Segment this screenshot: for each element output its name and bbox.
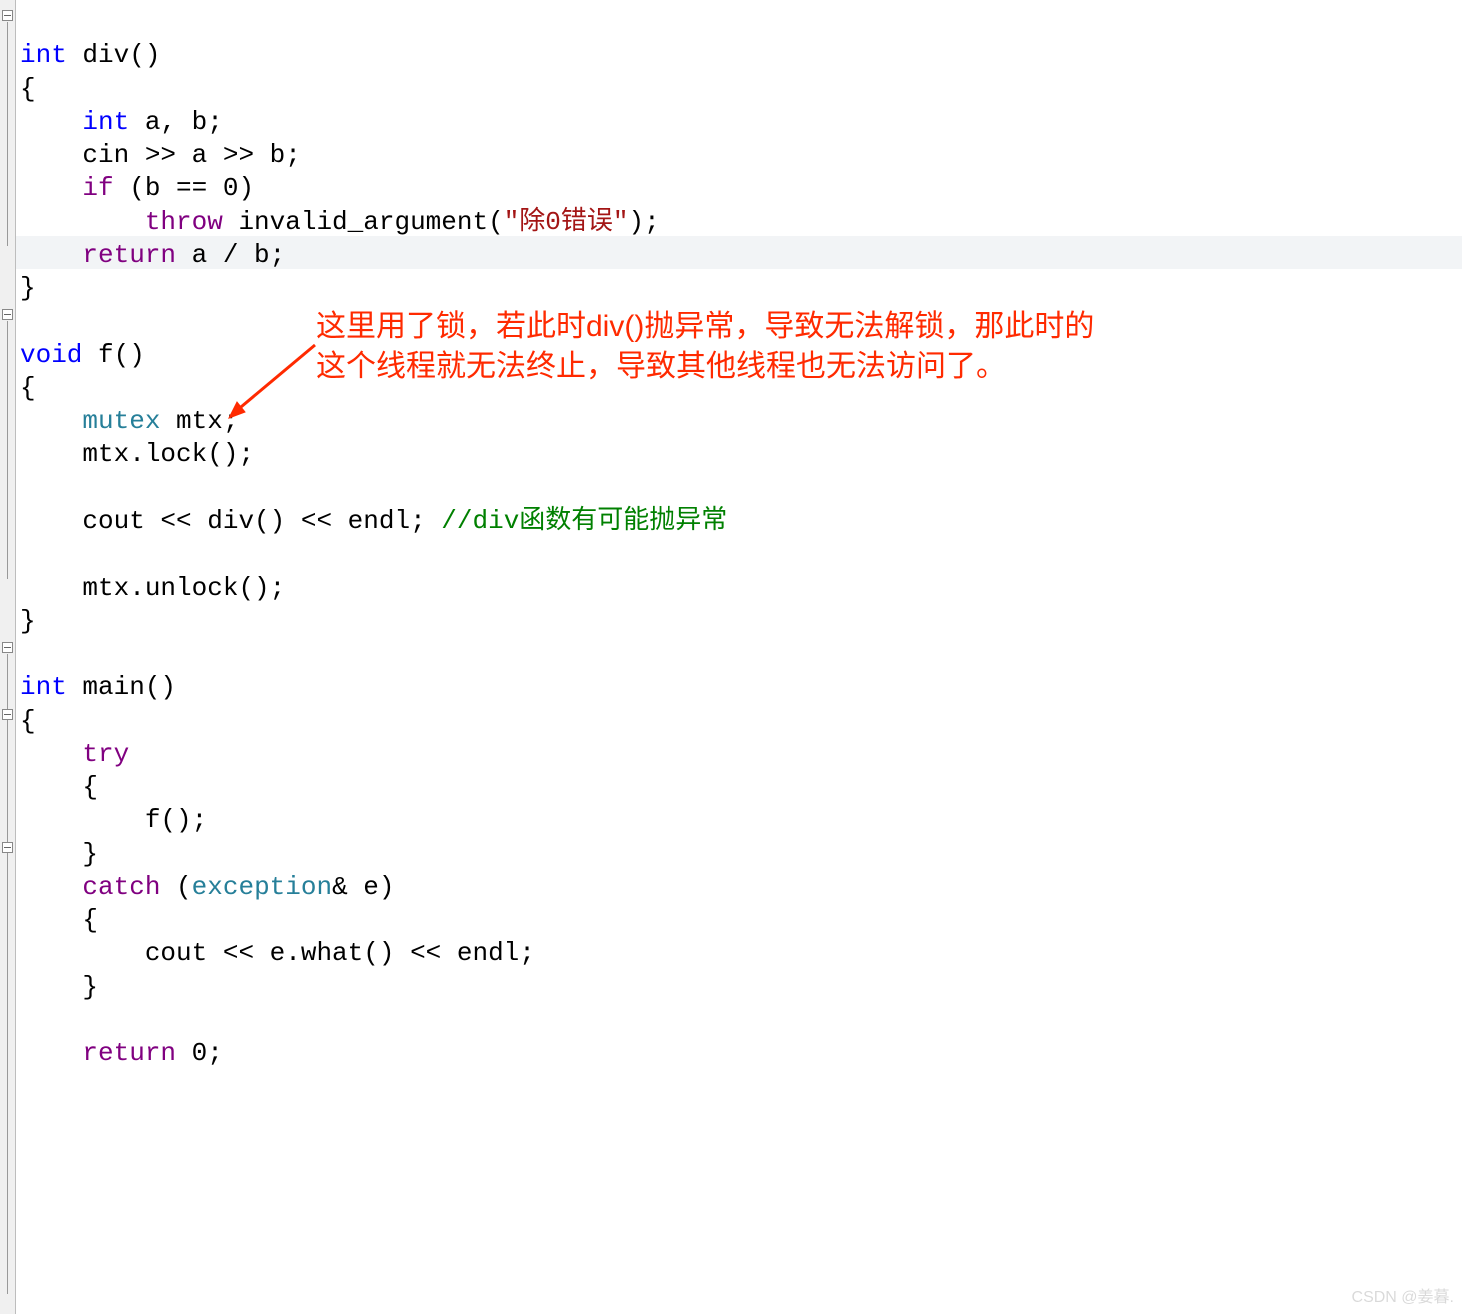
code-line: int a, b;: [20, 107, 223, 137]
code-line: {: [20, 905, 98, 935]
code-line: [20, 539, 36, 569]
code-line: return a / b;: [20, 240, 285, 270]
code-line: }: [20, 606, 36, 636]
fold-marker[interactable]: [2, 10, 13, 21]
fold-gutter: [0, 0, 16, 1314]
fold-marker[interactable]: [2, 309, 13, 320]
code-line: int div(): [20, 40, 160, 70]
code-line: {: [20, 373, 36, 403]
code-line: [20, 1005, 36, 1035]
code-line: mutex mtx;: [20, 406, 238, 436]
code-line: mtx.unlock();: [20, 573, 285, 603]
code-line: void f(): [20, 340, 145, 370]
code-line: try: [20, 739, 129, 769]
code-line: mtx.lock();: [20, 439, 254, 469]
annotation-text: 这里用了锁，若此时div()抛异常，导致无法解锁，那此时的 这个线程就无法终止，…: [316, 266, 1094, 388]
fold-marker[interactable]: [2, 842, 13, 853]
code-line: cout << div() << endl; //div函数有可能抛异常: [20, 506, 727, 536]
code-line: return 0;: [20, 1038, 223, 1068]
code-line: [20, 639, 36, 669]
code-line: {: [20, 772, 98, 802]
code-line: {: [20, 706, 36, 736]
watermark: CSDN @姜暮.: [1352, 1288, 1454, 1308]
code-line: {: [20, 74, 36, 104]
code-line: f();: [20, 805, 207, 835]
code-line: }: [20, 273, 36, 303]
fold-marker[interactable]: [2, 642, 13, 653]
code-editor-content: int div() { int a, b; cin >> a >> b; if …: [20, 6, 727, 1071]
code-line: [20, 306, 36, 336]
code-line: throw invalid_argument("除0错误");: [20, 207, 660, 237]
code-line: cin >> a >> b;: [20, 140, 301, 170]
code-line: int main(): [20, 672, 176, 702]
code-line: if (b == 0): [20, 173, 254, 203]
code-line: }: [20, 839, 98, 869]
code-line: }: [20, 972, 98, 1002]
code-line: catch (exception& e): [20, 872, 395, 902]
code-line: [20, 473, 36, 503]
annotation-arrow: [225, 340, 320, 420]
code-line: cout << e.what() << endl;: [20, 938, 535, 968]
fold-marker[interactable]: [2, 709, 13, 720]
